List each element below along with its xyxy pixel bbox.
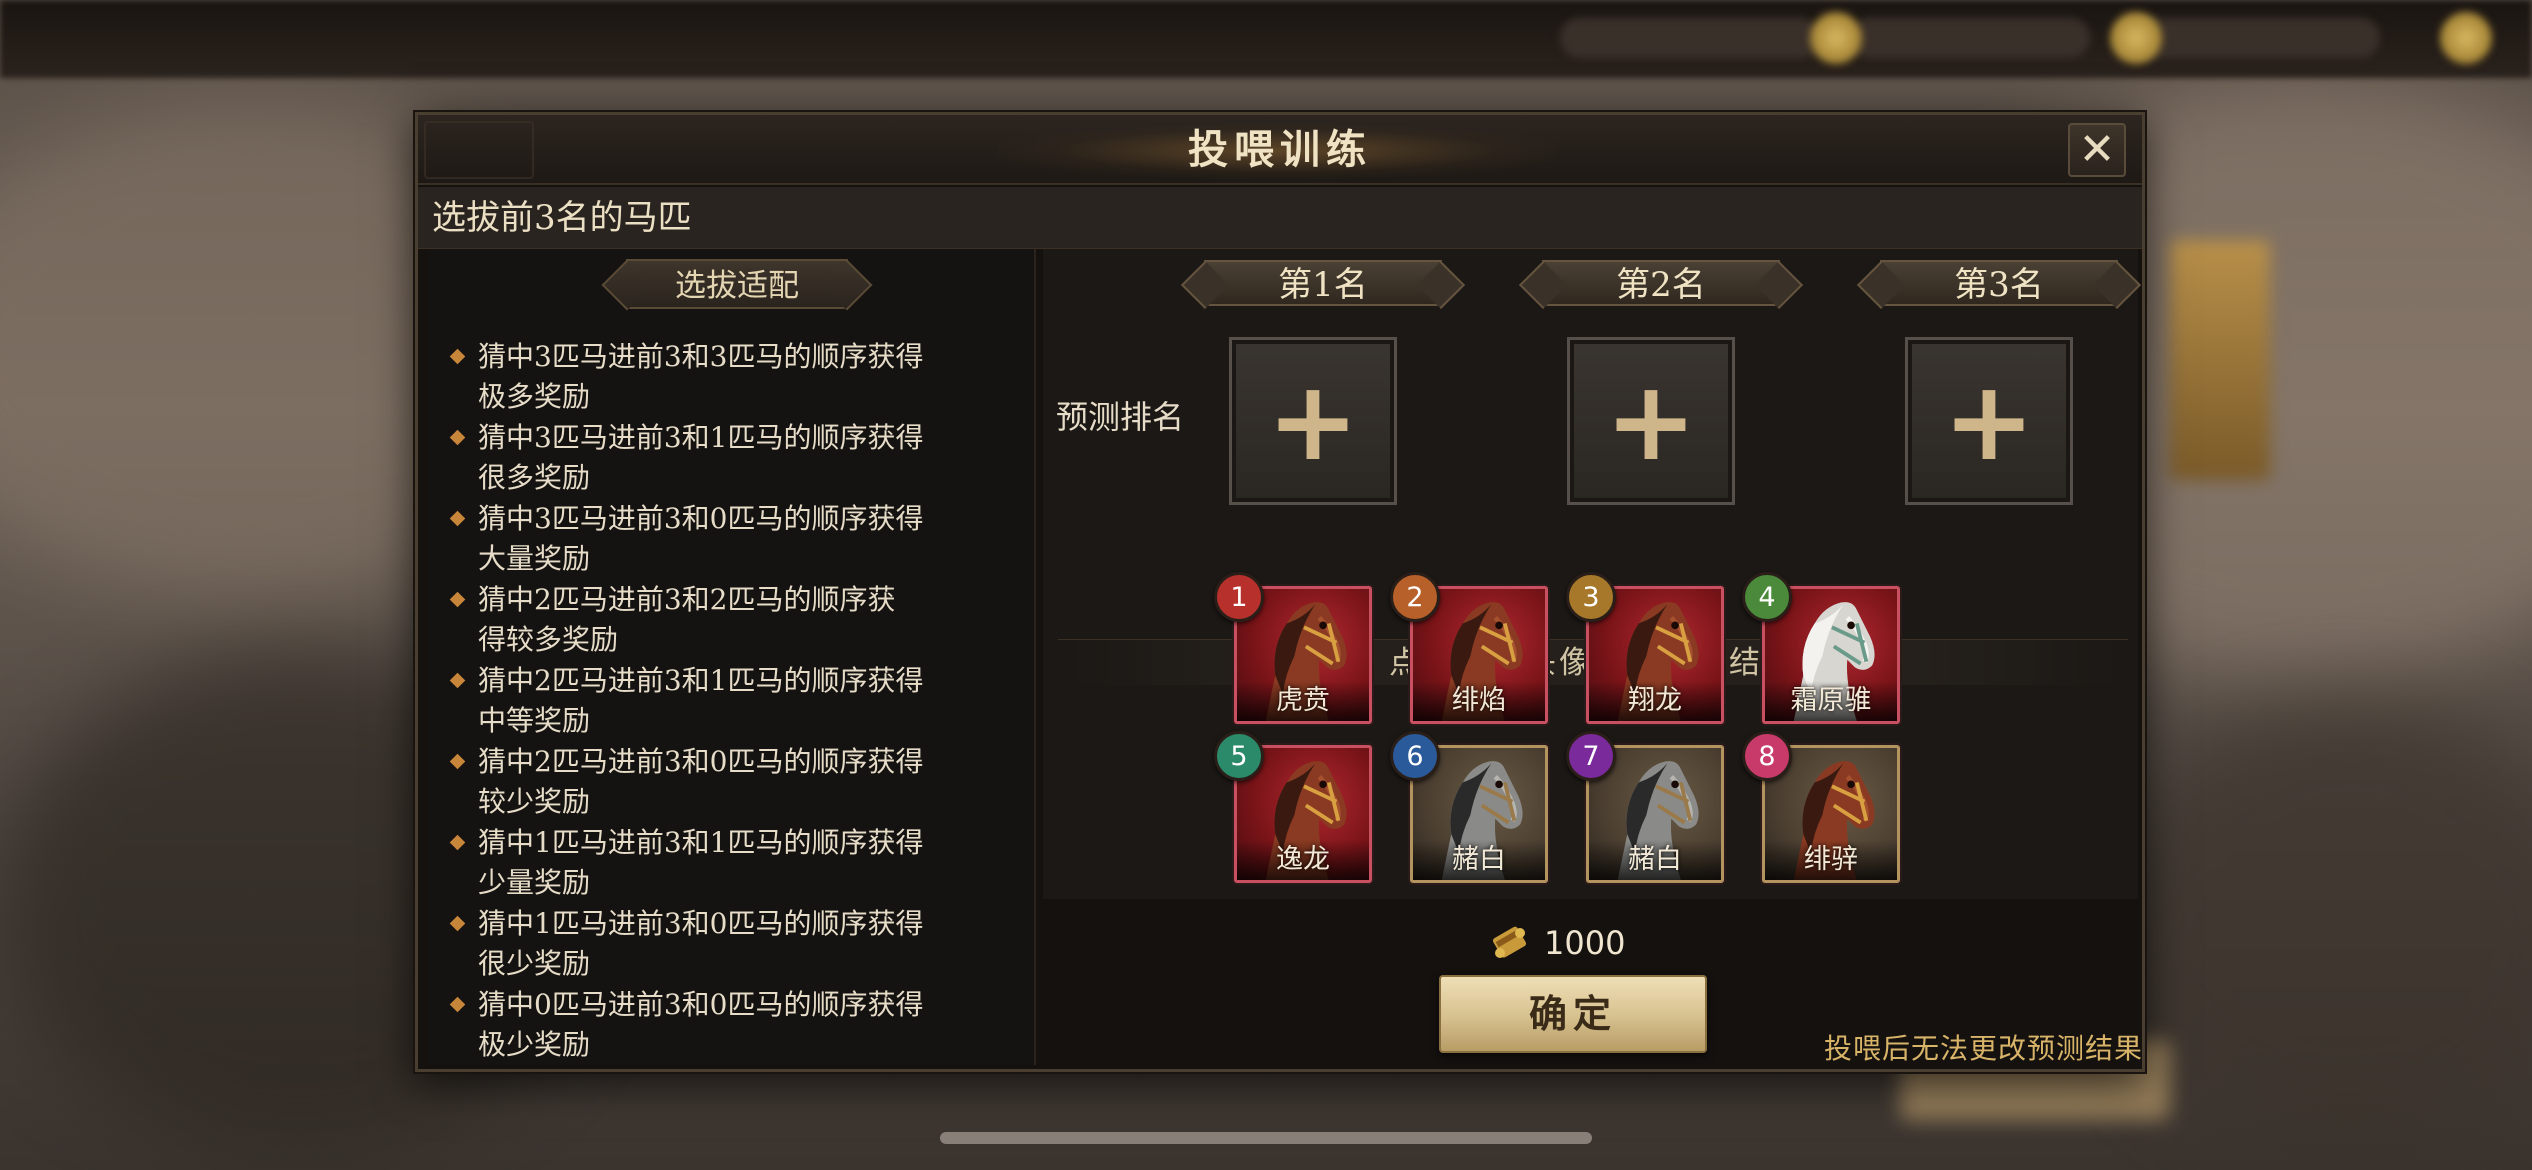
rule-line: 中等奖励	[478, 704, 591, 737]
diamond-bullet-icon	[449, 996, 466, 1013]
rule-line: 猜中2匹马进前3和1匹马的顺序获得	[478, 664, 924, 697]
predicted-rank-label: 预测排名	[1056, 398, 1185, 436]
cost-value: 1000	[1544, 924, 1626, 962]
rule-line: 大量奖励	[478, 542, 591, 575]
diamond-bullet-icon	[449, 915, 466, 932]
rule-line: 得较多奖励	[478, 623, 619, 656]
dialog-header: 投喂训练 ✕	[418, 115, 2142, 185]
rules-panel: 选拔适配 猜中3匹马进前3和3匹马的顺序获得 极多奖励 猜中3匹马进前3和1匹马的顺…	[428, 249, 1036, 1065]
rule-item: 猜中2匹马进前3和0匹马的顺序获得 较少奖励	[448, 742, 1008, 822]
rule-line: 极少奖励	[478, 1028, 591, 1061]
rule-line: 猜中3匹马进前3和1匹马的顺序获得	[478, 421, 924, 454]
horse-name: 翔龙	[1589, 681, 1721, 721]
rule-line: 少量奖励	[478, 866, 591, 899]
close-icon: ✕	[2078, 124, 2116, 175]
rule-line: 极多奖励	[478, 380, 591, 413]
feed-training-dialog: 投喂训练 ✕ 选拔前3名的马匹 选拔适配 猜中3匹马进前3和3匹马的顺序获得 极多…	[415, 112, 2145, 1072]
horse-name: 绯焰	[1413, 681, 1545, 721]
close-button[interactable]: ✕	[2068, 123, 2126, 177]
rank-3-slot[interactable]: +	[1905, 337, 2073, 505]
horse-name: 虎贲	[1237, 681, 1369, 721]
rank-2-header: 第2名	[1542, 260, 1780, 306]
rule-item: 猜中1匹马进前3和0匹马的顺序获得 很少奖励	[448, 904, 1008, 984]
diamond-bullet-icon	[449, 510, 466, 527]
rule-item: 猜中1匹马进前3和1匹马的顺序获得 少量奖励	[448, 823, 1008, 903]
confirm-button[interactable]: 确定	[1439, 975, 1707, 1053]
rank-1-header: 第1名	[1204, 260, 1442, 306]
rule-item: 猜中2匹马进前3和1匹马的顺序获得 中等奖励	[448, 661, 1008, 741]
horse-name: 赭白	[1413, 840, 1545, 880]
diamond-bullet-icon	[449, 348, 466, 365]
horse-name: 逸龙	[1237, 840, 1369, 880]
diamond-bullet-icon	[449, 672, 466, 689]
plus-icon: +	[1266, 357, 1360, 485]
rank-2-slot[interactable]: +	[1567, 337, 1735, 505]
rule-line: 猜中2匹马进前3和2匹马的顺序获	[478, 583, 896, 616]
rule-line: 猜中2匹马进前3和0匹马的顺序获得	[478, 745, 924, 778]
horse-number-badge: 4	[1742, 572, 1792, 622]
horse-number-badge: 7	[1566, 731, 1616, 781]
rank-3-header: 第3名	[1880, 260, 2118, 306]
diamond-bullet-icon	[449, 834, 466, 851]
horse-number-badge: 2	[1390, 572, 1440, 622]
rule-line: 很多奖励	[478, 461, 591, 494]
horse-number-badge: 8	[1742, 731, 1792, 781]
rule-item: 猜中3匹马进前3和1匹马的顺序获得 很多奖励	[448, 418, 1008, 498]
rule-item: 猜中0匹马进前3和0匹马的顺序获得 极少奖励	[448, 985, 1008, 1065]
dialog-subtitle: 选拔前3名的马匹	[432, 198, 692, 238]
rank-1-slot[interactable]: +	[1229, 337, 1397, 505]
rule-item: 猜中2匹马进前3和2匹马的顺序获 得较多奖励	[448, 580, 1008, 660]
rule-line: 很少奖励	[478, 947, 591, 980]
horse-number-badge: 5	[1214, 731, 1264, 781]
subtitle-bar: 选拔前3名的马匹	[418, 187, 2142, 249]
rule-line: 猜中1匹马进前3和1匹马的顺序获得	[478, 826, 924, 859]
plus-icon: +	[1604, 357, 1698, 485]
rule-line: 猜中3匹马进前3和3匹马的顺序获得	[478, 340, 924, 373]
dialog-title: 投喂训练	[1188, 126, 1372, 173]
horse-number-badge: 6	[1390, 731, 1440, 781]
feed-cost: 1000	[1488, 915, 1625, 971]
rule-item: 猜中3匹马进前3和0匹马的顺序获得 大量奖励	[448, 499, 1008, 579]
horse-number-badge: 3	[1566, 572, 1616, 622]
rule-item: 猜中3匹马进前3和3匹马的顺序获得 极多奖励	[448, 337, 1008, 417]
horse-name: 霜原骓	[1765, 681, 1897, 721]
plus-icon: +	[1942, 357, 2036, 485]
rule-line: 较少奖励	[478, 785, 591, 818]
horse-number-badge: 1	[1214, 572, 1264, 622]
scroll-icon	[1488, 921, 1532, 965]
home-indicator[interactable]	[940, 1132, 1592, 1144]
no-change-warning: 投喂后无法更改预测结果	[1823, 1032, 2143, 1065]
rule-line: 猜中1匹马进前3和0匹马的顺序获得	[478, 907, 924, 940]
diamond-bullet-icon	[449, 429, 466, 446]
diamond-bullet-icon	[449, 753, 466, 770]
rule-line: 猜中0匹马进前3和0匹马的顺序获得	[478, 988, 924, 1021]
horse-name: 赭白	[1589, 840, 1721, 880]
diamond-bullet-icon	[449, 591, 466, 608]
rules-header: 选拔适配	[626, 259, 848, 309]
horse-name: 绯骍	[1765, 840, 1897, 880]
rule-line: 猜中3匹马进前3和0匹马的顺序获得	[478, 502, 924, 535]
